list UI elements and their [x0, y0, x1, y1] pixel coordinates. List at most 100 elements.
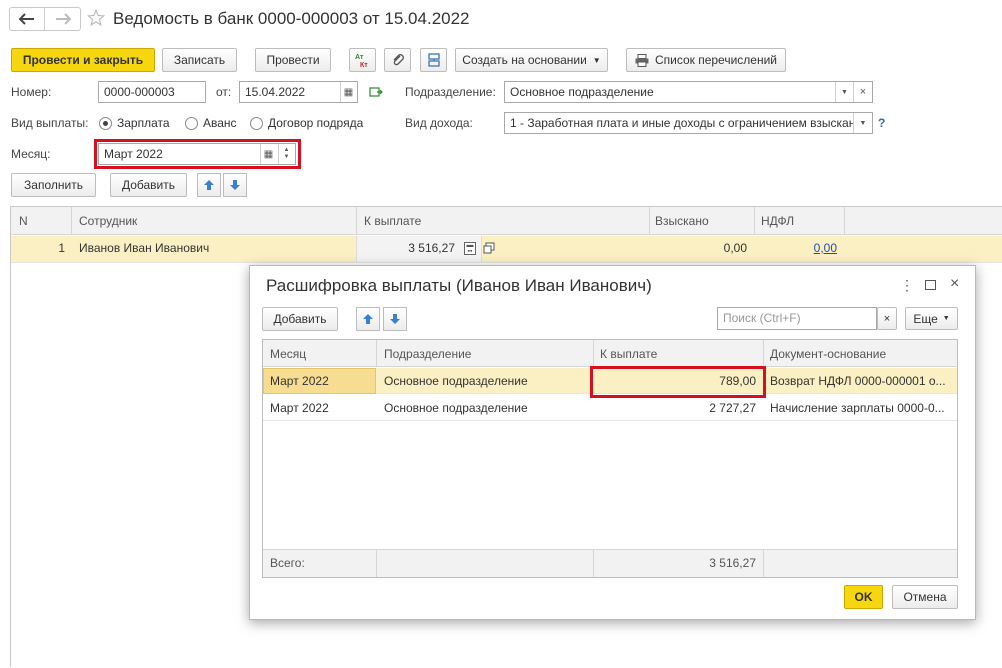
dialog-add-button[interactable]: Добавить: [262, 307, 338, 331]
dialog-move-up-button[interactable]: [356, 307, 380, 331]
dialog-col-to-pay[interactable]: К выплате: [600, 347, 657, 361]
post-and-close-button[interactable]: Провести и закрыть: [11, 48, 155, 72]
col-divider: [763, 549, 764, 577]
radio-salary-label[interactable]: Зарплата: [117, 116, 170, 130]
row-employee: Иванов Иван Иванович: [79, 241, 210, 255]
col-divider: [649, 207, 650, 235]
dialog-move-down-button[interactable]: [383, 307, 407, 331]
window-title: Ведомость в банк 0000-000003 от 15.04.20…: [113, 9, 470, 28]
arrow-down-icon: [230, 180, 240, 190]
more-button[interactable]: Еще ▼: [905, 307, 958, 330]
radio-contract-label[interactable]: Договор подряда: [268, 116, 363, 130]
division-value: Основное подразделение: [510, 85, 654, 99]
payment-breakdown-dialog: Расшифровка выплаты (Иванов Иван Иванови…: [249, 265, 976, 620]
number-field[interactable]: 0000-000003: [98, 81, 206, 103]
col-divider: [593, 340, 594, 367]
close-icon[interactable]: ×: [950, 275, 959, 293]
dialog-col-doc[interactable]: Документ-основание: [770, 347, 886, 361]
post-button[interactable]: Провести: [255, 48, 331, 72]
maximize-icon[interactable]: [925, 280, 936, 290]
division-clear-icon[interactable]: ×: [853, 82, 872, 102]
favorite-star-icon[interactable]: [86, 8, 107, 29]
generate-number-icon[interactable]: [369, 85, 383, 102]
col-divider: [376, 549, 377, 577]
save-button[interactable]: Записать: [162, 48, 237, 72]
search-input[interactable]: Поиск (Ctrl+F): [717, 307, 877, 330]
row-division: Основное подразделение: [384, 401, 528, 415]
row-month: Март 2022: [270, 374, 329, 388]
paperclip-icon: [393, 54, 404, 66]
dropdown-triangle-icon: ▼: [942, 315, 950, 322]
income-type-dropdown-icon[interactable]: ▼: [853, 113, 872, 133]
create-based-on-label: Создать на основании: [462, 53, 587, 67]
division-field[interactable]: Основное подразделение: [504, 81, 873, 103]
table-row[interactable]: 1 Иванов Иван Иванович 3 516,27 ▬ ▪▪ 0,00…: [11, 236, 1002, 262]
create-based-on-button[interactable]: Создать на основании ▼: [455, 48, 608, 72]
radio-salary[interactable]: [99, 117, 112, 130]
col-divider: [376, 340, 377, 367]
month-label: Месяц:: [11, 147, 51, 161]
col-header-employee[interactable]: Сотрудник: [79, 214, 137, 228]
division-dropdown-icon[interactable]: ▼: [835, 82, 853, 102]
arrow-right-icon: [55, 13, 71, 25]
forward-button[interactable]: [45, 8, 80, 30]
transfer-list-button[interactable]: Список перечислений: [626, 48, 786, 72]
payment-type-label: Вид выплаты:: [11, 116, 89, 130]
income-type-value: 1 - Заработная плата и иные доходы с огр…: [510, 116, 869, 130]
move-down-button[interactable]: [223, 173, 247, 197]
col-header-to-pay[interactable]: К выплате: [364, 214, 421, 228]
row-to-pay: 2 727,27: [709, 401, 756, 415]
add-button[interactable]: Добавить: [110, 173, 187, 197]
row-division: Основное подразделение: [384, 374, 528, 388]
back-button[interactable]: [10, 8, 45, 30]
attach-button[interactable]: [384, 48, 411, 72]
dt-kt-button[interactable]: Ат Кт: [349, 48, 376, 72]
structure-button[interactable]: [420, 48, 447, 72]
open-window-icon[interactable]: [483, 242, 495, 257]
radio-contract[interactable]: [250, 117, 263, 130]
ok-button[interactable]: OK: [844, 585, 883, 609]
printer-icon: [635, 53, 649, 67]
row-to-pay: 3 516,27: [408, 241, 455, 255]
arrow-left-icon: [19, 13, 34, 25]
total-value: 3 516,27: [709, 556, 756, 570]
arrow-up-icon: [363, 314, 373, 324]
arrow-down-icon: [390, 314, 400, 324]
row-n: 1: [58, 241, 65, 255]
income-help-icon[interactable]: ?: [878, 116, 885, 130]
income-type-field[interactable]: 1 - Заработная плата и иные доходы с огр…: [504, 112, 873, 134]
radio-advance[interactable]: [185, 117, 198, 130]
structure-icon: [427, 53, 440, 67]
total-label: Всего:: [270, 556, 305, 570]
calc-icon[interactable]: ▬ ▪▪: [464, 242, 476, 255]
dropdown-triangle-icon: ▼: [592, 55, 601, 65]
row-doc: Возврат НДФЛ 0000-000001 о...: [770, 374, 946, 388]
radio-advance-label[interactable]: Аванс: [203, 116, 237, 130]
search-placeholder: Поиск (Ctrl+F): [723, 311, 801, 325]
move-up-button[interactable]: [197, 173, 221, 197]
col-header-n[interactable]: N: [19, 214, 28, 228]
col-header-collected[interactable]: Взыскано: [655, 214, 709, 228]
col-divider: [593, 549, 594, 577]
number-label: Номер:: [11, 85, 52, 99]
month-highlight: [94, 139, 301, 169]
cancel-button[interactable]: Отмена: [892, 585, 958, 609]
fill-button[interactable]: Заполнить: [11, 173, 96, 197]
dialog-col-division[interactable]: Подразделение: [384, 347, 471, 361]
row-ndfl-link[interactable]: 0,00: [771, 241, 837, 255]
dialog-col-month[interactable]: Месяц: [270, 347, 306, 361]
search-clear-button[interactable]: ×: [877, 307, 897, 330]
col-divider: [356, 207, 357, 235]
svg-text:Кт: Кт: [360, 62, 368, 68]
calendar-icon[interactable]: ▦: [340, 82, 356, 102]
row-collected: 0,00: [723, 241, 747, 255]
svg-text:Ат: Ат: [355, 54, 364, 61]
col-divider: [754, 207, 755, 235]
to-pay-highlight: [590, 366, 766, 398]
division-label: Подразделение:: [405, 85, 496, 99]
col-header-ndfl[interactable]: НДФЛ: [761, 214, 794, 228]
col-divider: [763, 340, 764, 367]
table-row[interactable]: Март 2022 Основное подразделение 2 727,2…: [263, 395, 957, 421]
arrow-up-icon: [204, 180, 214, 190]
more-actions-icon[interactable]: ⋮: [900, 277, 914, 294]
